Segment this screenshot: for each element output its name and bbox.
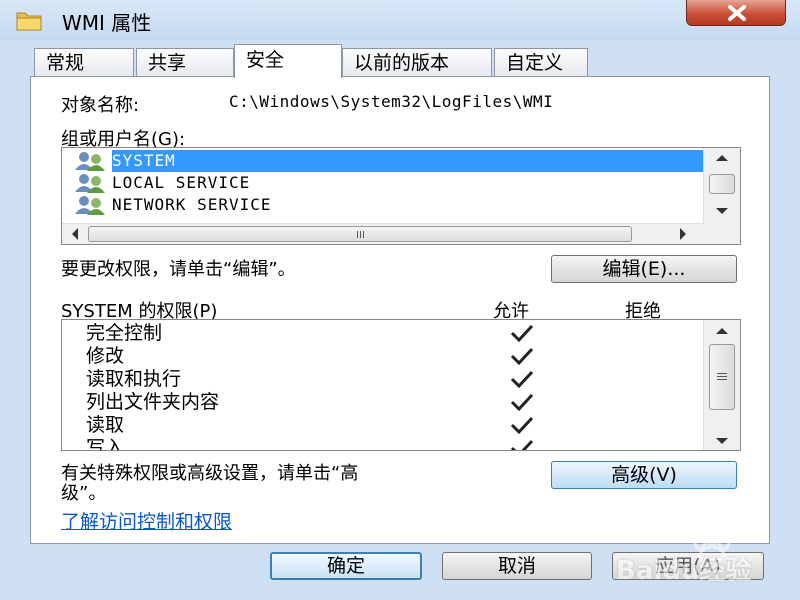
advanced-button[interactable]: 高级(V) <box>551 461 737 489</box>
list-item-network-service[interactable]: NETWORK SERVICE <box>68 194 698 222</box>
users-icon <box>75 152 105 171</box>
watermark-text: Baidu经验 <box>616 556 752 586</box>
scroll-thumb[interactable] <box>709 174 735 194</box>
check-icon <box>510 370 534 388</box>
users-icon <box>75 174 105 193</box>
scroll-up-icon[interactable] <box>716 328 728 334</box>
window-title: WMI 属性 <box>62 11 152 35</box>
group-list-vscrollbar[interactable] <box>703 148 740 244</box>
scroll-up-icon[interactable] <box>716 155 728 161</box>
baidu-watermark: Baidu经验 <box>612 528 782 586</box>
group-list-hscrollbar[interactable] <box>62 223 704 244</box>
permission-row-list-folder: 列出文件夹内容 <box>86 391 220 413</box>
advanced-hint-line2: 级”。 <box>61 483 107 504</box>
security-panel: 对象名称: C:\Windows\System32\LogFiles\WMI 组… <box>30 76 770 544</box>
scroll-down-icon[interactable] <box>716 208 728 214</box>
user-name: NETWORK SERVICE <box>112 195 272 214</box>
tab-customize[interactable]: 自定义 <box>494 48 588 76</box>
scroll-right-icon[interactable] <box>680 228 686 240</box>
permissions-listbox[interactable]: 完全控制 修改 读取和执行 列出文件夹内容 读取 写入 <box>61 319 741 451</box>
title-bar[interactable]: WMI 属性 <box>0 0 800 40</box>
object-name-label: 对象名称: <box>61 95 140 116</box>
tab-general[interactable]: 常规 <box>34 48 134 76</box>
user-name: LOCAL SERVICE <box>112 173 251 192</box>
group-user-listbox[interactable]: SYSTEM LOCAL SERVICE NETWORK SERVICE <box>61 147 741 245</box>
tab-previous-versions[interactable]: 以前的版本 <box>342 48 492 76</box>
user-name: SYSTEM <box>112 151 176 170</box>
permission-row-full-control: 完全控制 <box>86 322 163 344</box>
edit-hint: 要更改权限，请单击“编辑”。 <box>61 259 296 280</box>
permission-row-read-execute: 读取和执行 <box>86 368 182 390</box>
check-icon <box>510 416 534 434</box>
check-icon <box>510 393 534 411</box>
close-button[interactable] <box>686 0 786 26</box>
permission-row-read: 读取 <box>86 414 125 436</box>
permissions-vscrollbar[interactable] <box>703 320 740 450</box>
users-icon <box>75 196 105 215</box>
object-name-value: C:\Windows\System32\LogFiles\WMI <box>229 92 554 111</box>
access-control-help-link[interactable]: 了解访问控制和权限 <box>61 507 232 534</box>
hscroll-thumb[interactable] <box>88 226 632 242</box>
check-icon <box>510 324 534 342</box>
cancel-button[interactable]: 取消 <box>442 552 592 580</box>
tab-security[interactable]: 安全 <box>234 44 342 78</box>
check-icon <box>510 347 534 365</box>
close-icon <box>728 5 746 21</box>
edit-button[interactable]: 编辑(E)... <box>551 255 737 283</box>
scroll-thumb[interactable] <box>709 344 735 410</box>
scroll-left-icon[interactable] <box>72 228 78 240</box>
scroll-down-icon[interactable] <box>716 438 728 444</box>
list-item-system[interactable]: SYSTEM <box>68 150 704 172</box>
tab-sharing[interactable]: 共享 <box>136 48 234 76</box>
folder-icon <box>16 12 42 31</box>
permission-row-write: 写入 <box>86 437 125 451</box>
check-icon <box>510 439 534 450</box>
list-item-local-service[interactable]: LOCAL SERVICE <box>68 172 698 194</box>
ok-button[interactable]: 确定 <box>270 552 422 580</box>
permission-row-modify: 修改 <box>86 345 125 367</box>
